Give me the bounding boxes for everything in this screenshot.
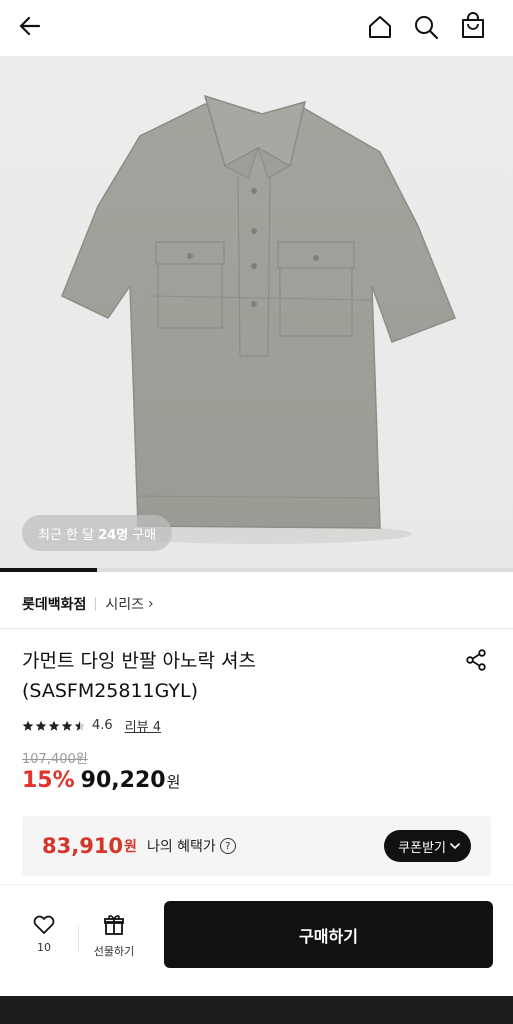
rating-stars <box>22 720 86 732</box>
arrow-left-icon <box>19 16 41 36</box>
chevron-down-icon <box>450 843 460 850</box>
bottom-separator <box>78 925 79 953</box>
buy-label: 구매하기 <box>299 926 358 946</box>
back-button[interactable] <box>12 8 48 44</box>
chevron-right-icon: › <box>148 596 154 612</box>
search-button[interactable] <box>408 9 444 45</box>
review-link[interactable]: 리뷰 4 <box>125 716 161 735</box>
series-label: 시리즈 <box>105 597 145 613</box>
gallery-progress-fill <box>0 568 98 572</box>
star-icon <box>61 720 73 731</box>
gift-button[interactable]: 선물하기 <box>88 913 140 959</box>
coupon-label: 쿠폰받기 <box>398 840 446 856</box>
sale-price: 90,220 <box>80 768 166 793</box>
cart-button[interactable] <box>455 8 491 44</box>
product-title-line2: (SASFM25811GYL) <box>22 680 199 702</box>
star-icon <box>22 720 34 731</box>
share-icon <box>466 649 486 671</box>
brand-name[interactable]: 롯데백화점 <box>22 594 86 614</box>
buy-button[interactable]: 구매하기 <box>164 901 493 968</box>
like-button[interactable]: 10 <box>22 913 66 954</box>
bottom-action-bar: 10 선물하기 구매하기 <box>0 884 513 996</box>
benefit-label: 나의 혜택가 <box>146 839 216 855</box>
recent-purchase-badge: 최근 한 달 24명 구매 <box>22 515 173 551</box>
series-link[interactable]: 시리즈 › <box>105 594 153 614</box>
search-icon <box>415 16 439 40</box>
heart-icon <box>33 915 55 934</box>
product-title: 가먼트 다잉 반팔 아노락 셔츠 (SASFM25811GYL) <box>22 646 442 706</box>
recent-count: 24명 <box>98 527 129 543</box>
benefit-currency: 원 <box>124 839 137 855</box>
sale-price-currency: 원 <box>166 773 181 791</box>
rating-value: 4.6 <box>92 718 113 733</box>
rating-row: 4.6 리뷰 4 <box>22 716 161 735</box>
top-bar <box>0 0 513 56</box>
product-image[interactable]: 최근 한 달 24명 구매 <box>0 56 513 568</box>
star-icon <box>35 720 47 731</box>
system-nav-bar <box>0 996 513 1024</box>
brand-row: 롯데백화점 시리즈 › <box>22 584 154 624</box>
recent-prefix: 최근 한 달 <box>38 527 95 543</box>
home-icon <box>369 16 391 38</box>
product-title-line1: 가먼트 다잉 반팔 아노락 셔츠 <box>22 650 256 672</box>
home-button[interactable] <box>362 9 398 45</box>
gift-label: 선물하기 <box>93 945 135 958</box>
star-icon <box>48 720 60 731</box>
recent-suffix: 구매 <box>132 527 157 543</box>
shopping-bag-icon <box>462 12 484 38</box>
original-price: 107,400원 <box>22 752 88 767</box>
discount-rate: 15% <box>22 768 75 793</box>
benefit-box: 83,910 원 나의 혜택가 ? 쿠폰받기 <box>22 816 491 876</box>
product-photo <box>61 94 456 544</box>
gift-icon <box>104 915 124 935</box>
share-button[interactable] <box>458 642 494 678</box>
brand-separator <box>95 597 97 611</box>
divider <box>0 628 513 629</box>
benefit-price: 83,910 <box>42 834 124 858</box>
price-row: 15% 90,220 원 <box>22 768 180 793</box>
gallery-progress <box>0 568 513 572</box>
help-icon[interactable]: ? <box>219 838 236 854</box>
coupon-button[interactable]: 쿠폰받기 <box>384 830 471 862</box>
star-icon <box>74 720 86 731</box>
like-count: 10 <box>37 941 51 954</box>
